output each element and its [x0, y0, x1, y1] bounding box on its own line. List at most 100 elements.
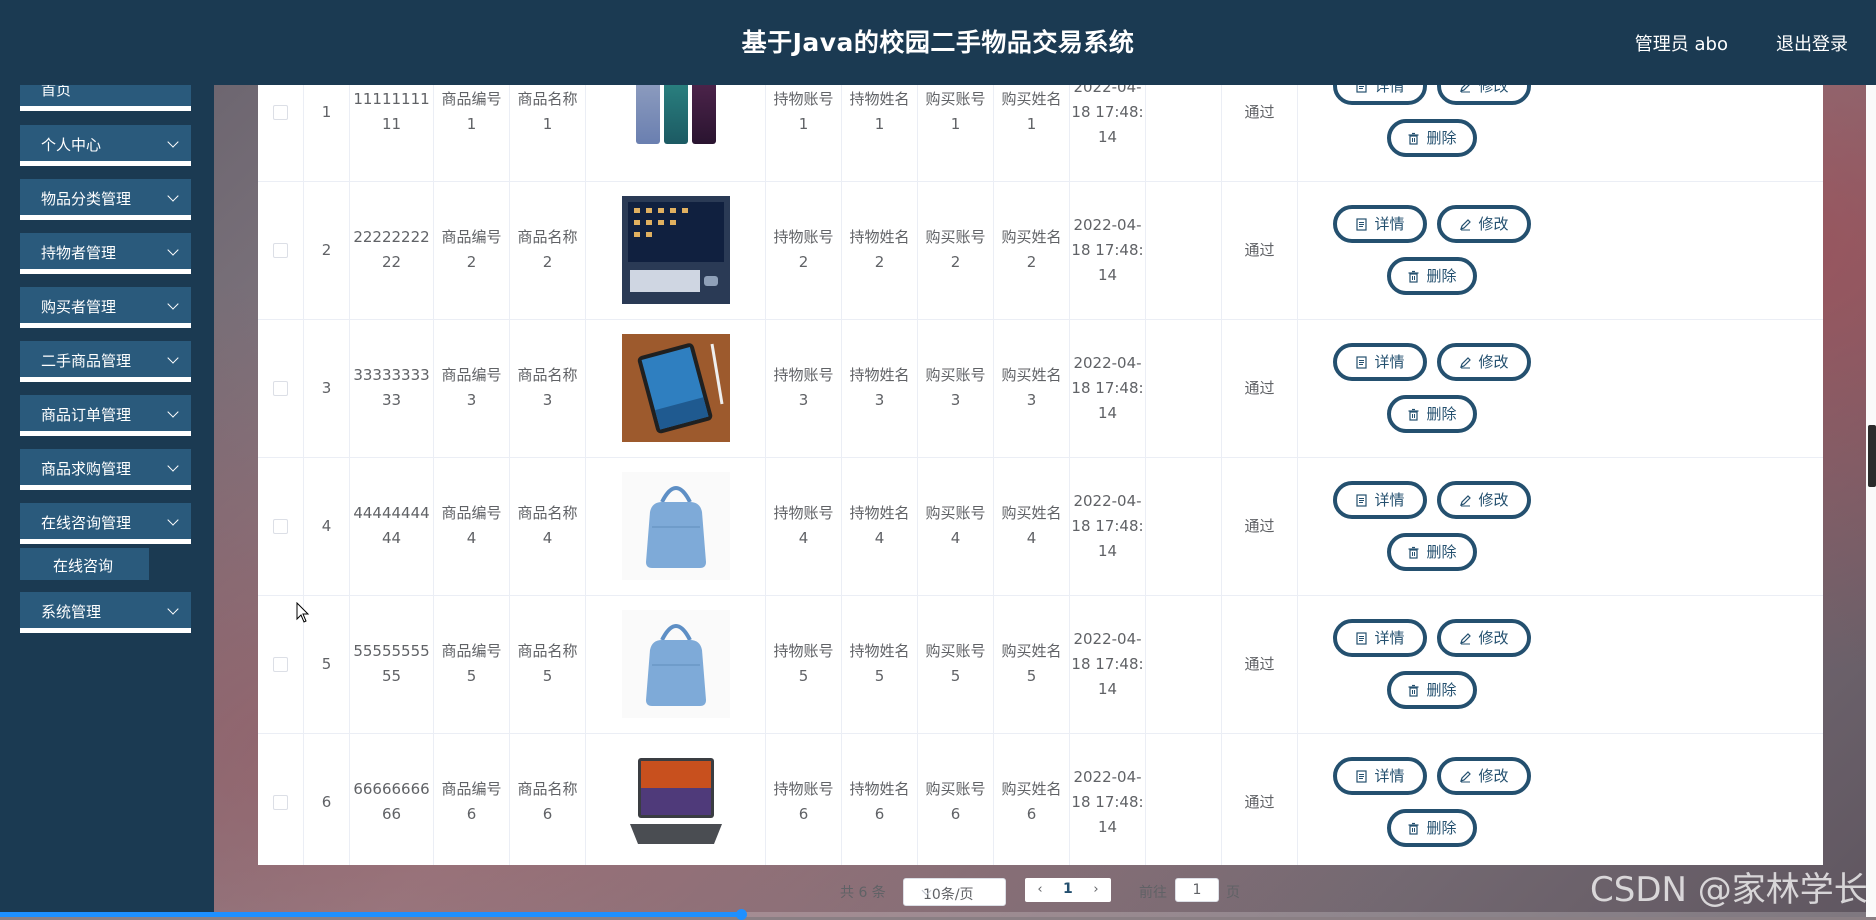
sidebar-item-label: 个人中心 [41, 136, 102, 154]
sidebar-item-personal-center[interactable]: 个人中心 [20, 125, 191, 166]
detail-button[interactable]: 详情 [1333, 481, 1427, 519]
trash-icon [1408, 408, 1419, 421]
time-cell: 2022-04- 18 17:48: 14 [1070, 595, 1146, 733]
buyer-name-label: 购买姓名 [1001, 504, 1062, 522]
goods-no-label: 商品编号 [441, 780, 502, 798]
holder-name-value: 2 [874, 253, 885, 271]
detail-button[interactable]: 详情 [1333, 343, 1427, 381]
holder-name-value: 6 [874, 805, 885, 823]
delete-button[interactable]: 删除 [1387, 119, 1477, 157]
goods-image[interactable] [622, 85, 730, 166]
buyer-name-value: 4 [1026, 529, 1037, 547]
goods-image[interactable] [621, 610, 730, 718]
buyer-acc-cell: 购买账号 1 [918, 85, 994, 181]
detail-button[interactable]: 详情 [1333, 85, 1427, 105]
holder-acc-value: 5 [798, 667, 809, 685]
goods-image-cell [586, 457, 766, 595]
buyer-name-cell: 购买姓名 2 [994, 181, 1070, 319]
buyer-acc-value: 4 [950, 529, 961, 547]
edit-button-label: 修改 [1478, 214, 1509, 233]
goods-image-cell [586, 733, 766, 865]
review-status: 通过 [1244, 654, 1275, 673]
empty-cell [1146, 181, 1222, 319]
buyer-name-cell: 购买姓名 6 [994, 733, 1070, 865]
page-scrollbar-thumb[interactable] [1868, 425, 1876, 487]
sidebar-item-order-management[interactable]: 商品订单管理 [20, 395, 191, 436]
order-number-tail: 55 [381, 667, 402, 685]
page-size-select[interactable]: 10条/页 [903, 878, 1006, 906]
sidebar-item-category-management[interactable]: 物品分类管理 [20, 179, 191, 220]
trash-icon [1408, 132, 1419, 145]
delete-button[interactable]: 删除 [1387, 395, 1477, 433]
page-scrollbar[interactable] [1866, 85, 1876, 917]
goods-name-cell: 商品名称 1 [510, 85, 586, 181]
review-status: 通过 [1244, 102, 1275, 121]
edit-button[interactable]: 修改 [1437, 85, 1531, 105]
sidebar-item-holder-management[interactable]: 持物者管理 [20, 233, 191, 274]
chevron-down-icon [167, 603, 179, 615]
detail-button[interactable]: 详情 [1333, 205, 1427, 243]
delete-button-label: 删除 [1426, 404, 1457, 423]
goods-image[interactable] [621, 334, 730, 442]
goods-image[interactable] [621, 748, 730, 856]
pagination-total: 共 6 条 [840, 885, 886, 901]
sidebar-subitem-online-consult[interactable]: 在线咨询 [20, 548, 149, 580]
buyer-name-value: 1 [1026, 115, 1037, 133]
sidebar-item-purchase-request[interactable]: 商品求购管理 [20, 449, 191, 490]
row-checkbox[interactable] [273, 518, 288, 534]
row-select-cell [258, 181, 304, 319]
order-number-cell: 33333333 33 [350, 319, 434, 457]
edit-button[interactable]: 修改 [1437, 343, 1531, 381]
sidebar-item-label: 系统管理 [41, 603, 102, 621]
goto-page-input[interactable] [1175, 878, 1219, 902]
goods-name-label: 商品名称 [517, 366, 578, 384]
detail-button[interactable]: 详情 [1333, 619, 1427, 657]
row-checkbox[interactable] [273, 104, 288, 120]
delete-button[interactable]: 删除 [1387, 809, 1477, 847]
holder-acc-label: 持物账号 [773, 780, 834, 798]
delete-button[interactable]: 删除 [1387, 671, 1477, 709]
edit-button[interactable]: 修改 [1437, 481, 1531, 519]
goods-name-value: 2 [542, 253, 553, 271]
trash-icon [1408, 270, 1419, 283]
delete-button[interactable]: 删除 [1387, 257, 1477, 295]
row-checkbox[interactable] [273, 794, 288, 810]
goods-image[interactable] [621, 472, 730, 580]
sidebar-item-buyer-management[interactable]: 购买者管理 [20, 287, 191, 328]
row-checkbox[interactable] [273, 380, 288, 396]
sidebar-item-online-consult-management[interactable]: 在线咨询管理 [20, 503, 191, 544]
delete-button[interactable]: 删除 [1387, 533, 1477, 571]
goods-name-value: 1 [542, 115, 553, 133]
row-checkbox[interactable] [273, 242, 288, 258]
watermark: CSDN @家林学长 [1590, 870, 1868, 910]
edit-button[interactable]: 修改 [1437, 619, 1531, 657]
goods-image[interactable] [621, 196, 730, 304]
delete-button-label: 删除 [1426, 266, 1457, 285]
document-icon [1356, 493, 1368, 507]
sidebar-item-label: 商品订单管理 [41, 406, 132, 424]
goods-no-cell: 商品编号 5 [434, 595, 510, 733]
next-page-button[interactable]: › [1089, 882, 1103, 898]
order-number-tail: 44 [381, 529, 402, 547]
product-image-laptop [621, 748, 730, 856]
document-icon [1356, 217, 1368, 231]
row-checkbox[interactable] [273, 656, 288, 672]
detail-button[interactable]: 详情 [1333, 757, 1427, 795]
buyer-acc-label: 购买账号 [925, 228, 986, 246]
admin-username: 管理员 abo [1634, 34, 1728, 55]
current-page-button[interactable]: 1 [1063, 881, 1073, 897]
time-line: 18 17:48: [1071, 102, 1144, 121]
logout-link[interactable]: 退出登录 [1776, 30, 1848, 56]
sidebar-item-secondhand-goods[interactable]: 二手商品管理 [20, 341, 191, 382]
holder-acc-label: 持物账号 [773, 504, 834, 522]
sidebar-item-system-management[interactable]: 系统管理 [20, 592, 191, 633]
edit-button[interactable]: 修改 [1437, 205, 1531, 243]
goods-image-cell [586, 85, 766, 181]
chevron-down-icon [167, 190, 179, 202]
prev-page-button[interactable]: ‹ [1033, 882, 1047, 898]
goods-no-value: 2 [466, 253, 477, 271]
order-number-cell: 44444444 44 [350, 457, 434, 595]
video-progress-handle[interactable] [736, 909, 747, 920]
edit-button[interactable]: 修改 [1437, 757, 1531, 795]
holder-acc-label: 持物账号 [773, 366, 834, 384]
